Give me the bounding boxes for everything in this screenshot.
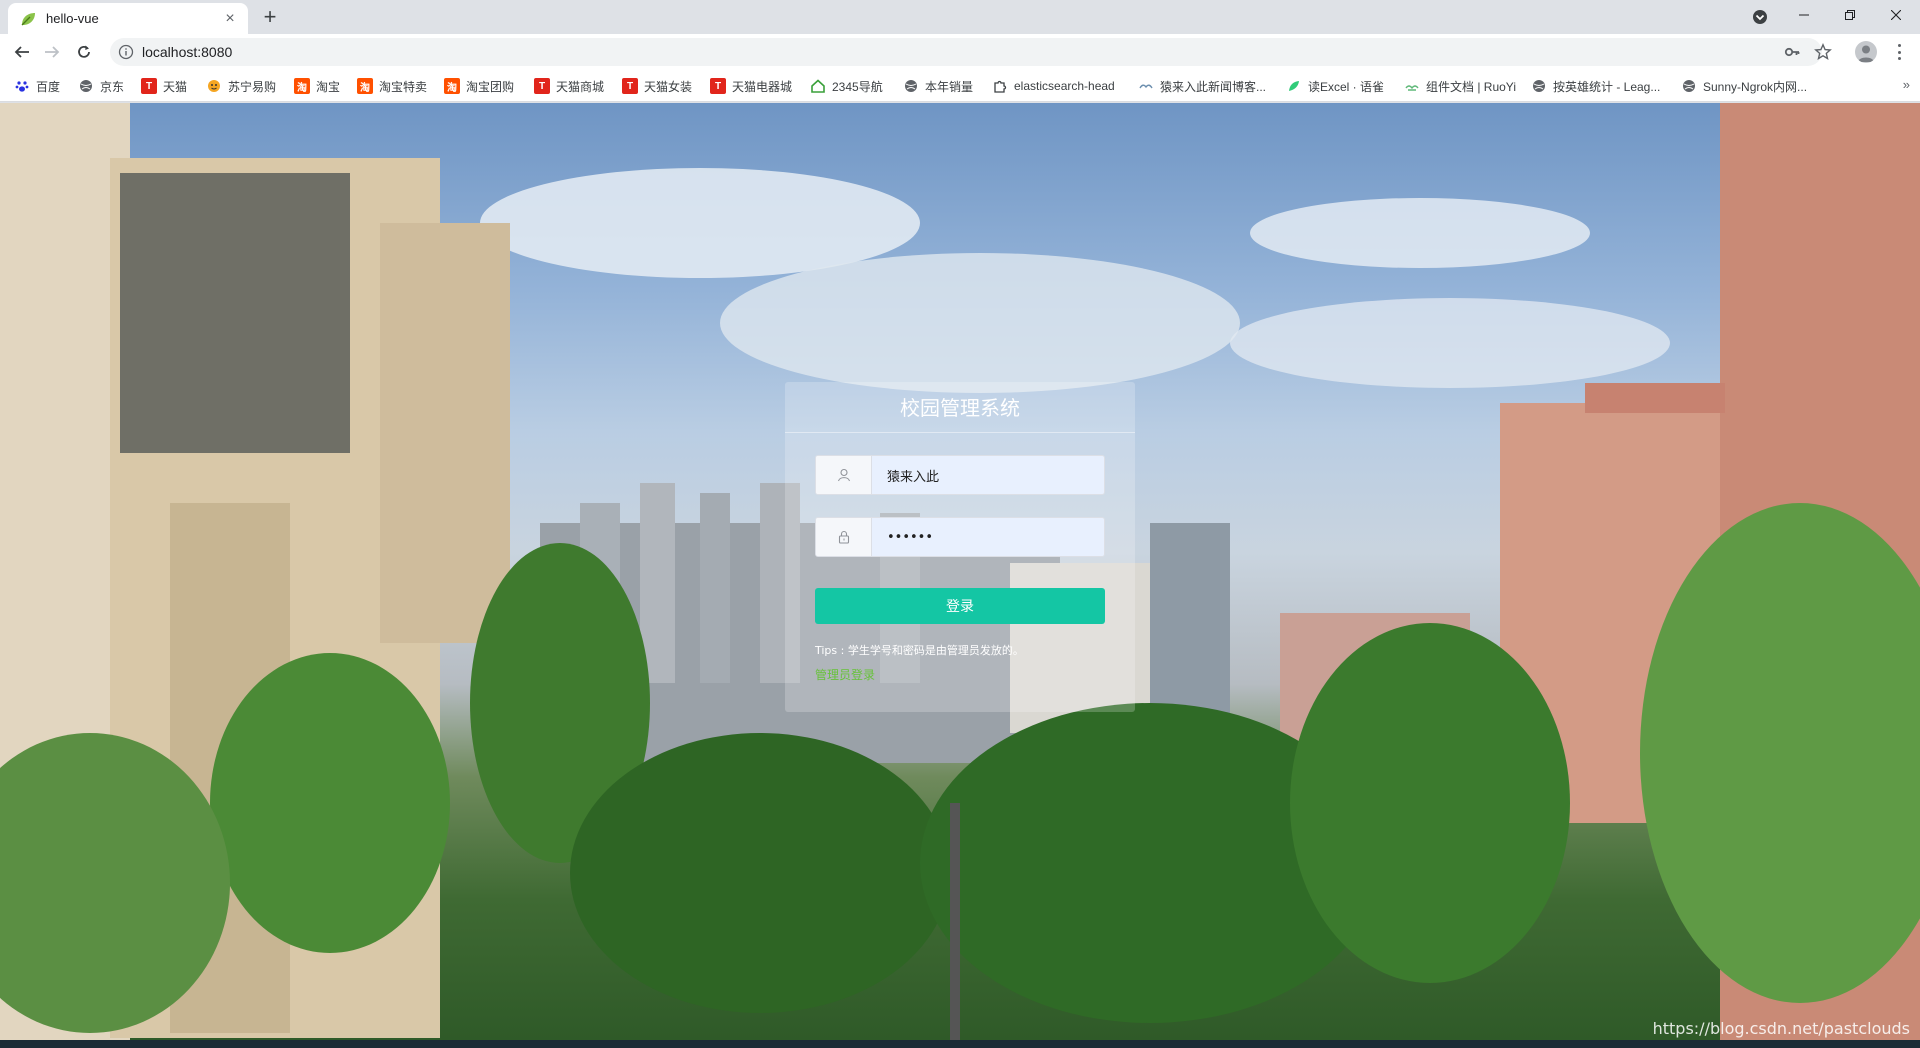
yuque-icon (1286, 78, 1302, 94)
address-bar[interactable]: localhost:8080 (110, 38, 1832, 66)
bookmark-yuque-excel[interactable]: 读Excel · 语雀 (1286, 77, 1384, 95)
leaf-icon (20, 11, 36, 27)
login-title: 校园管理系统 (900, 396, 1020, 420)
csdn-watermark: https://blog.csdn.net/pastclouds (1652, 1019, 1910, 1038)
bookmark-sales[interactable]: 本年销量 (903, 77, 973, 95)
bookmark-taobao[interactable]: 淘 淘宝 (294, 77, 340, 95)
tab-title: hello-vue (46, 11, 99, 26)
reload-icon[interactable] (72, 40, 96, 64)
tab-search-icon[interactable] (1750, 7, 1770, 27)
bookmark-tmall-appliance[interactable]: T 天猫电器城 (710, 77, 792, 95)
tmall-icon: T (141, 78, 157, 94)
bookmark-tmall-women[interactable]: T 天猫女装 (622, 77, 692, 95)
info-icon[interactable] (118, 44, 134, 60)
bookmarks-bar: 百度 京东 T 天猫 苏宁易购 淘 淘宝 淘 淘宝特卖 淘 淘宝团购 T 天猫商… (0, 70, 1920, 102)
bookmark-tmall[interactable]: T 天猫 (141, 77, 187, 95)
taobao-icon: 淘 (357, 78, 373, 94)
username-field (815, 455, 1105, 495)
taobao-icon: 淘 (294, 78, 310, 94)
login-button[interactable]: 登录 (815, 588, 1105, 624)
bookmark-hero-stats[interactable]: 按英雄统计 - Leag... (1531, 77, 1660, 95)
lock-icon (816, 518, 872, 556)
globe-icon (903, 78, 919, 94)
bird-icon (1138, 78, 1154, 94)
admin-login-link[interactable]: 管理员登录 (815, 666, 875, 683)
restore-icon[interactable] (1827, 0, 1873, 30)
globe-icon (78, 78, 94, 94)
user-icon (816, 456, 872, 494)
password-field (815, 517, 1105, 557)
tab-strip: hello-vue × + (0, 0, 1920, 34)
login-tips: Tips : 学生学号和密码是由管理员发放的。 (815, 644, 1024, 657)
bookmark-elasticsearch-head[interactable]: elasticsearch-head (992, 77, 1115, 95)
bookmark-jd[interactable]: 京东 (78, 77, 124, 95)
url-text: localhost:8080 (142, 44, 233, 60)
browser-toolbar: localhost:8080 (0, 34, 1920, 70)
page-viewport: 校园管理系统 登录 Tips : 学生学号和密码是由管理员发放的。 管理员登录 … (0, 103, 1920, 1040)
tab-hello-vue[interactable]: hello-vue × (8, 3, 248, 34)
bookmark-taobao-temai[interactable]: 淘 淘宝特卖 (357, 77, 427, 95)
globe-icon (1531, 78, 1547, 94)
forward-arrow-icon[interactable] (40, 40, 64, 64)
globe-icon (1681, 78, 1697, 94)
bookmark-ruoyi[interactable]: 组件文档 | RuoYi (1404, 77, 1516, 95)
username-input[interactable] (872, 456, 1104, 494)
puzzle-icon (992, 78, 1008, 94)
house-icon (810, 78, 826, 94)
bookmark-tmall-mall[interactable]: T 天猫商城 (534, 77, 604, 95)
tmall-icon: T (534, 78, 550, 94)
bookmark-yuanlairuci[interactable]: 猿来入此新闻博客... (1138, 77, 1266, 95)
tab-close-icon[interactable]: × (222, 10, 238, 27)
star-icon[interactable] (1814, 43, 1832, 61)
taobao-icon: 淘 (444, 78, 460, 94)
suning-icon (206, 78, 222, 94)
bookmark-suning[interactable]: 苏宁易购 (206, 77, 276, 95)
minimize-icon[interactable] (1781, 0, 1827, 30)
bookmark-sunny-ngrok[interactable]: Sunny-Ngrok内网... (1681, 77, 1807, 95)
bookmark-taobao-tuangou[interactable]: 淘 淘宝团购 (444, 77, 514, 95)
baidu-paw-icon (14, 78, 30, 94)
key-icon[interactable] (1784, 44, 1800, 60)
tmall-icon: T (710, 78, 726, 94)
login-panel: 校园管理系统 登录 Tips : 学生学号和密码是由管理员发放的。 管理员登录 (785, 382, 1135, 712)
ruoyi-icon (1404, 78, 1420, 94)
tmall-icon: T (622, 78, 638, 94)
profile-avatar-icon[interactable] (1855, 41, 1877, 63)
browser-menu-icon[interactable] (1890, 42, 1908, 62)
taskbar (0, 1040, 1920, 1048)
bookmark-2345[interactable]: 2345导航 (810, 77, 883, 95)
title-divider (785, 432, 1135, 433)
back-arrow-icon[interactable] (10, 40, 34, 64)
bookmarks-overflow-icon[interactable]: » (1903, 77, 1910, 92)
new-tab-button[interactable]: + (258, 6, 282, 30)
bookmark-baidu[interactable]: 百度 (14, 77, 60, 95)
password-input[interactable] (872, 518, 1104, 556)
close-window-icon[interactable] (1873, 0, 1919, 30)
